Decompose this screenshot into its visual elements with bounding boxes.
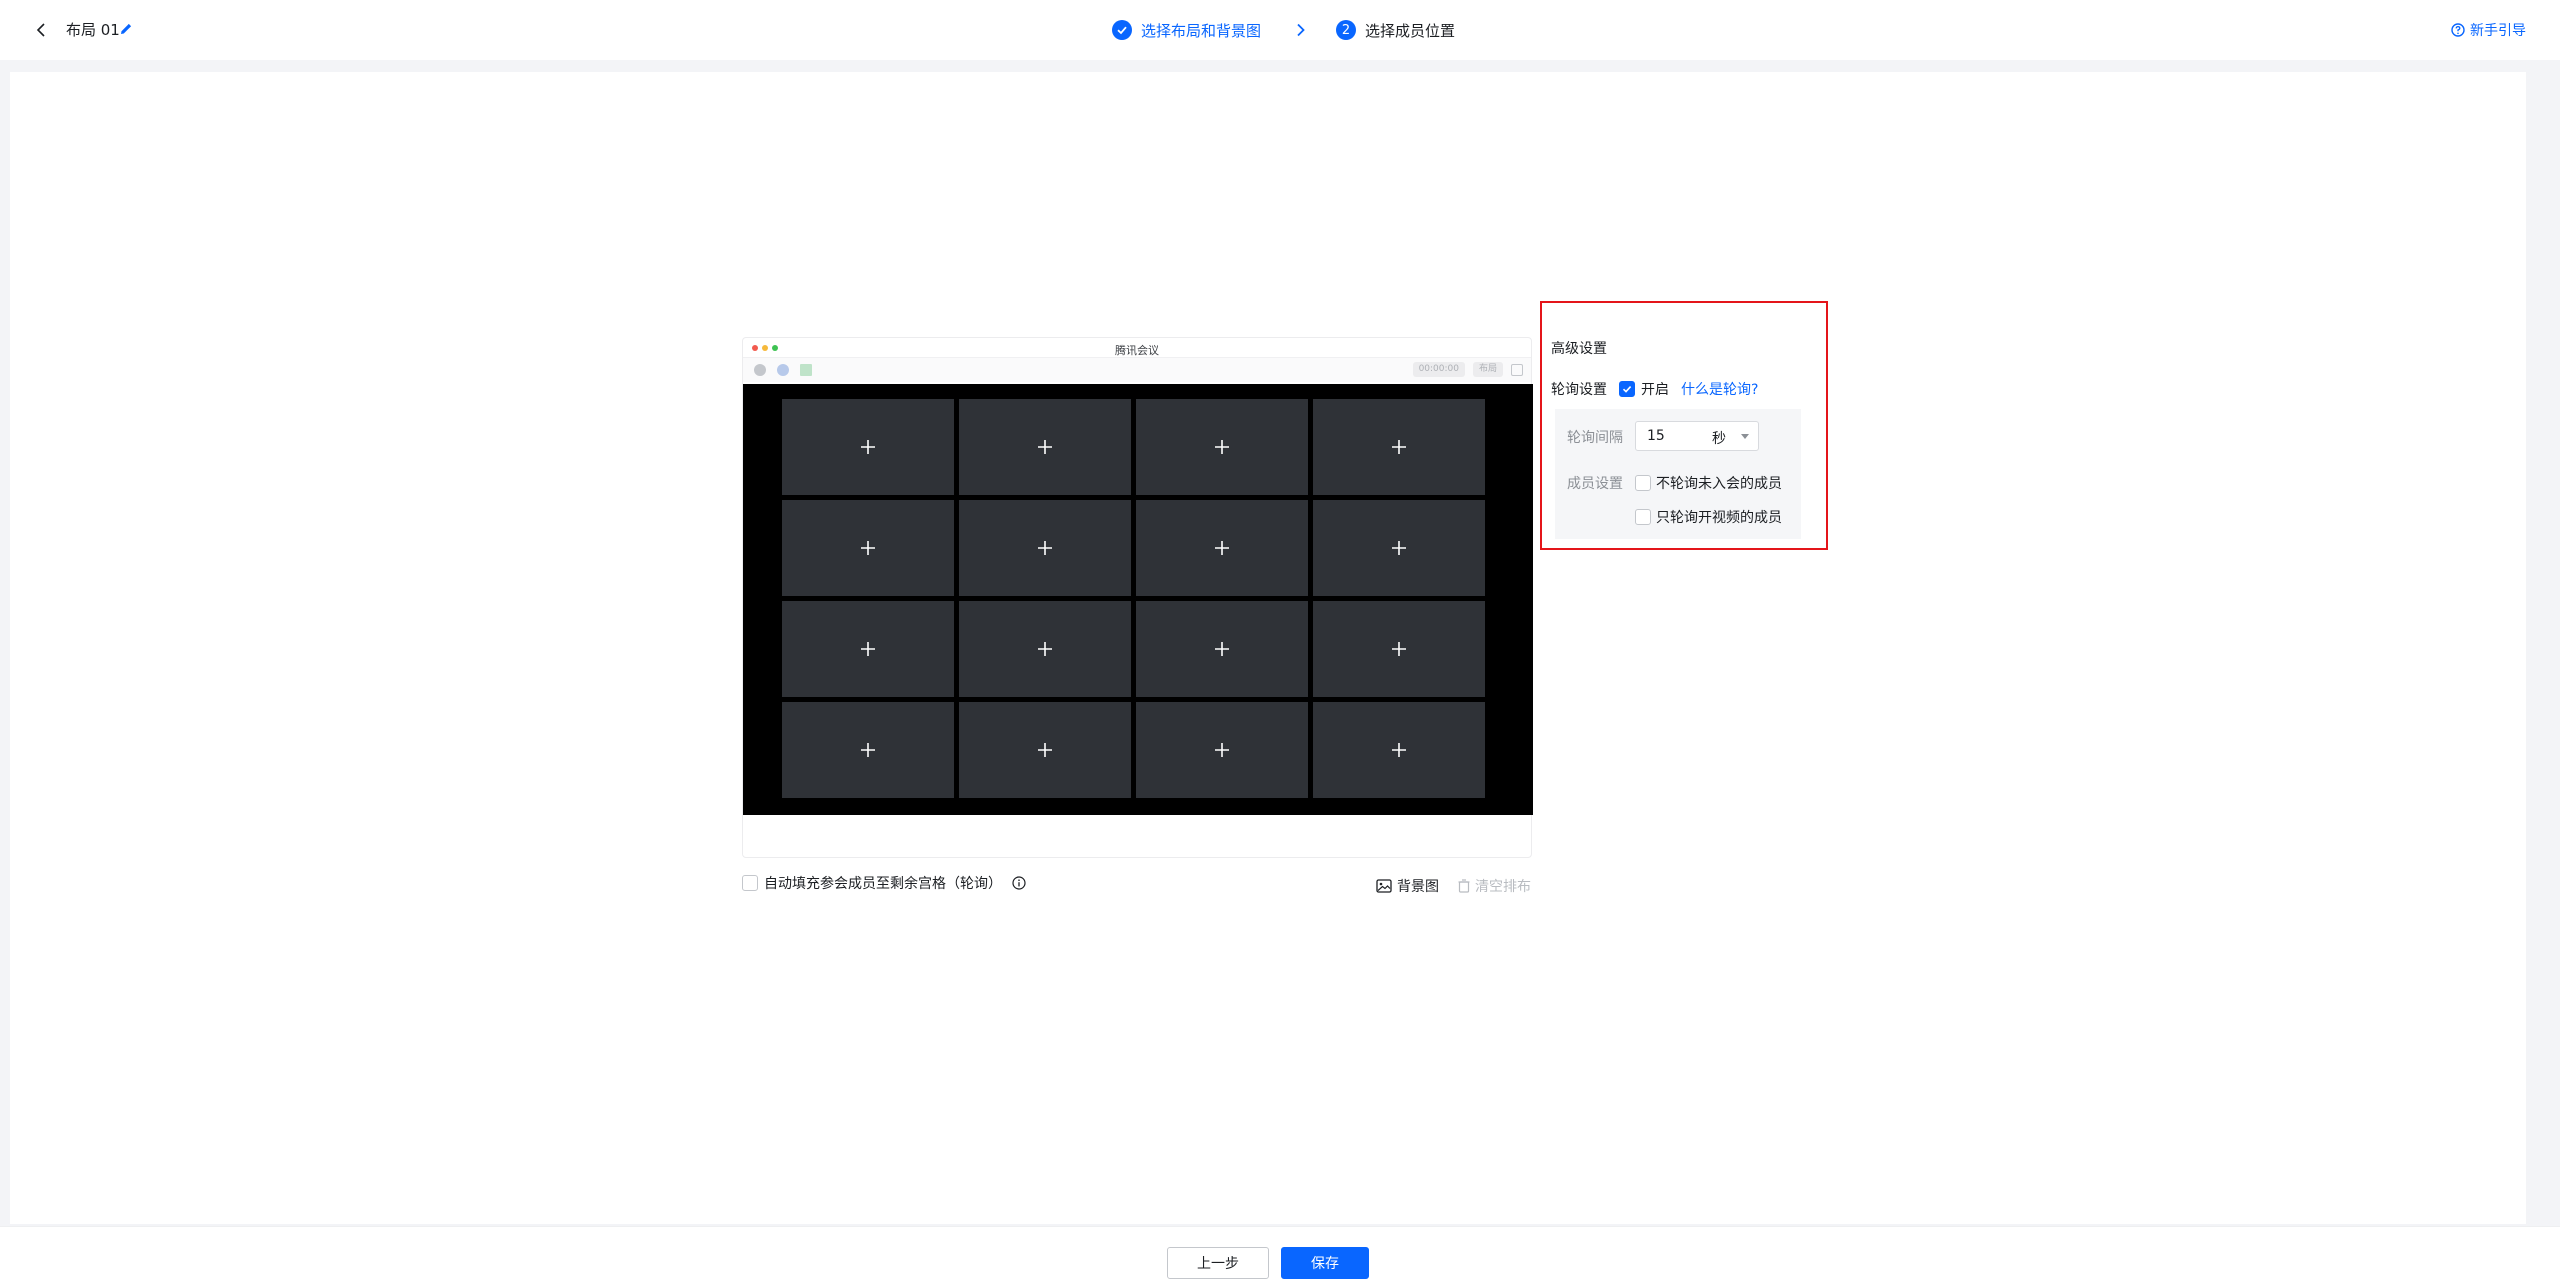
plus-icon <box>861 743 875 757</box>
option-not-joined[interactable]: 不轮询未入会的成员 <box>1635 473 1782 493</box>
option-video-only[interactable]: 只轮询开视频的成员 <box>1635 507 1782 527</box>
polling-setting-label: 轮询设置 <box>1551 382 1607 398</box>
clear-layout-button[interactable]: 清空排布 <box>1458 876 1531 896</box>
plus-icon <box>861 642 875 656</box>
plus-icon <box>1392 440 1406 454</box>
step-number: 2 <box>1336 20 1357 40</box>
meeting-timer: 00:00:00 <box>1412 362 1465 377</box>
grid-cell[interactable] <box>959 500 1131 596</box>
autofill-label: 自动填充参会成员至剩余宫格（轮询） <box>764 876 1002 892</box>
interval-unit: 秒 <box>1712 431 1726 447</box>
polling-interval-label: 轮询间隔 <box>1567 430 1623 446</box>
preview-window-title: 腾讯会议 <box>1115 344 1159 357</box>
grid-cell[interactable] <box>782 702 954 798</box>
plus-icon <box>1392 541 1406 555</box>
video-stage <box>743 384 1533 815</box>
step-indicator: 选择布局和背景图 2 选择成员位置 <box>1112 17 1455 43</box>
plus-icon <box>1038 642 1052 656</box>
top-bar: 布局 01 选择布局和背景图 2 选择成员位置 新手引导 <box>0 0 2560 60</box>
grid-cell[interactable] <box>1313 500 1485 596</box>
step-label: 选择布局和背景图 <box>1141 21 1262 40</box>
clear-layout-label: 清空排布 <box>1475 879 1531 895</box>
grid-cell[interactable] <box>1136 399 1308 495</box>
grid-cell[interactable] <box>1136 500 1308 596</box>
pencil-icon <box>121 23 132 34</box>
plus-icon <box>1215 541 1229 555</box>
info-icon <box>754 364 766 376</box>
plus-icon <box>1215 743 1229 757</box>
signal-icon <box>800 364 812 376</box>
polling-options-box: 轮询间隔 15 秒 成员设置 不轮询未入会的成员 只轮询开视频的成员 <box>1555 409 1801 539</box>
fullscreen-icon <box>1511 363 1523 376</box>
question-circle-icon <box>2451 23 2465 37</box>
advanced-settings-panel: 高级设置 轮询设置 开启 什么是轮询? 轮询间隔 15 秒 成员设置 不轮询未入… <box>1540 301 1828 550</box>
plus-icon <box>1215 642 1229 656</box>
grid-cell[interactable] <box>1136 601 1308 697</box>
grid-cell[interactable] <box>782 601 954 697</box>
polling-interval-select[interactable]: 15 秒 <box>1635 421 1759 451</box>
background-image-button[interactable]: 背景图 <box>1376 876 1439 896</box>
polling-enable-checkbox[interactable] <box>1619 381 1635 397</box>
chevron-right-icon <box>1291 20 1311 40</box>
grid-cell[interactable] <box>1313 601 1485 697</box>
grid-cell[interactable] <box>959 601 1131 697</box>
layout-pill: 布局 <box>1472 362 1503 377</box>
caret-down-icon <box>1741 434 1749 439</box>
preview-titlebar: 腾讯会议 <box>743 338 1531 358</box>
plus-icon <box>1038 440 1052 454</box>
check-circle-icon <box>1112 20 1132 40</box>
grid-cell[interactable] <box>959 702 1131 798</box>
plus-icon <box>1038 743 1052 757</box>
layout-name: 布局 01 <box>66 21 120 39</box>
step-select-member-position[interactable]: 2 选择成员位置 <box>1336 20 1455 41</box>
image-icon <box>1376 879 1392 893</box>
grid-cell[interactable] <box>1136 702 1308 798</box>
grid-cell[interactable] <box>782 500 954 596</box>
meeting-preview-window: 腾讯会议 00:00:00 布局 <box>742 337 1533 858</box>
back-button[interactable] <box>30 19 52 41</box>
member-setting-label: 成员设置 <box>1567 476 1623 492</box>
info-circle-icon[interactable] <box>1012 876 1026 890</box>
beginner-guide-link[interactable]: 新手引导 <box>2451 20 2526 40</box>
not-joined-label: 不轮询未入会的成员 <box>1656 476 1782 492</box>
plus-icon <box>861 541 875 555</box>
plus-icon <box>1038 541 1052 555</box>
grid-cell[interactable] <box>959 399 1131 495</box>
grid-cell[interactable] <box>1313 702 1485 798</box>
not-joined-checkbox[interactable] <box>1635 475 1651 491</box>
autofill-option[interactable]: 自动填充参会成员至剩余宫格（轮询） <box>742 873 1026 893</box>
layout-grid <box>782 399 1485 798</box>
background-image-label: 背景图 <box>1397 879 1439 895</box>
step-select-layout[interactable]: 选择布局和背景图 <box>1112 20 1261 41</box>
shield-icon <box>777 364 789 376</box>
guide-label: 新手引导 <box>2470 23 2526 39</box>
checkmark-icon <box>1622 386 1632 393</box>
edit-name-button[interactable] <box>118 21 134 37</box>
video-only-label: 只轮询开视频的成员 <box>1656 510 1782 526</box>
video-only-checkbox[interactable] <box>1635 509 1651 525</box>
advanced-settings-title: 高级设置 <box>1551 341 1607 357</box>
interval-value: 15 <box>1647 428 1665 444</box>
what-is-polling-link[interactable]: 什么是轮询? <box>1681 379 1758 399</box>
plus-icon <box>1215 440 1229 454</box>
step-label: 选择成员位置 <box>1365 21 1456 40</box>
bottom-action-bar: 上一步 保存 <box>0 1226 2560 1284</box>
chevron-left-icon <box>36 23 45 37</box>
trash-icon <box>1458 879 1470 893</box>
plus-icon <box>1392 743 1406 757</box>
plus-icon <box>1392 642 1406 656</box>
grid-cell[interactable] <box>1313 399 1485 495</box>
grid-cell[interactable] <box>782 399 954 495</box>
polling-setting-row: 轮询设置 开启 什么是轮询? <box>1551 379 1758 399</box>
preview-toolbar: 00:00:00 布局 <box>743 358 1531 382</box>
plus-icon <box>861 440 875 454</box>
autofill-checkbox[interactable] <box>742 875 758 891</box>
polling-enable-label: 开启 <box>1641 382 1669 398</box>
save-button[interactable]: 保存 <box>1281 1247 1369 1279</box>
previous-step-button[interactable]: 上一步 <box>1167 1247 1269 1279</box>
